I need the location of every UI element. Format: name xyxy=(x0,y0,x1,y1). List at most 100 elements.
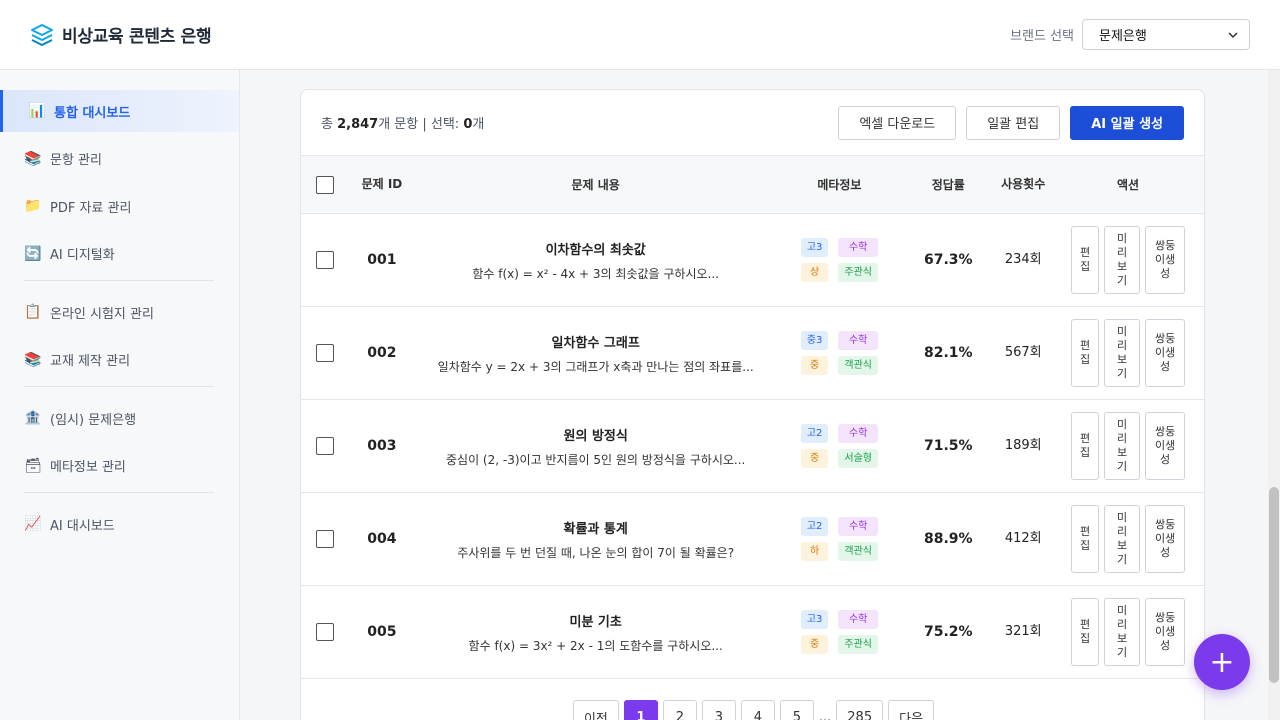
table-row[interactable]: 004 확률과 통계 주사위를 두 번 던질 때, 나온 눈의 합이 7이 될 … xyxy=(301,493,1204,586)
sidebar-item-temp-bank[interactable]: 🏦 (임시) 문제은행 xyxy=(0,397,239,439)
twin-generate-button[interactable]: 쌍둥이생성 xyxy=(1145,505,1186,573)
page-button-last[interactable]: 285 xyxy=(836,700,884,720)
page-button-1[interactable]: 1 xyxy=(623,700,658,720)
edit-button[interactable]: 편집 xyxy=(1071,505,1100,573)
table-row[interactable]: 003 원의 방정식 중심이 (2, -3)이고 반지름이 5인 원의 방정식을… xyxy=(301,400,1204,493)
app-title: 비상교육 콘텐츠 은행 xyxy=(62,27,212,47)
table-row[interactable]: 005 미분 기초 함수 f(x) = 3x² + 2x - 1의 도함수를 구… xyxy=(301,586,1204,679)
prev-page-button[interactable]: 이전 xyxy=(572,700,619,720)
usage-count: 321회 xyxy=(1004,624,1042,639)
select-all-checkbox[interactable] xyxy=(315,175,334,194)
page-button-4[interactable]: 4 xyxy=(740,700,775,720)
sidebar-divider xyxy=(24,492,214,493)
sidebar-item-metadata[interactable]: 🗃 메타정보 관리 xyxy=(0,445,239,487)
meta-tags: 고2 수학 하 객관식 xyxy=(776,517,902,561)
edit-button[interactable]: 편집 xyxy=(1071,598,1100,666)
row-select-cell xyxy=(301,623,349,641)
type-badge: 서술형 xyxy=(838,449,878,468)
meta-tags: 중3 수학 중 객관식 xyxy=(776,331,902,375)
header-use[interactable]: 사용횟수 xyxy=(994,177,1052,192)
row-checkbox[interactable] xyxy=(315,344,334,362)
total-count: 2,847 xyxy=(337,117,379,132)
edit-button[interactable]: 편집 xyxy=(1071,226,1100,294)
subject-badge: 수학 xyxy=(838,517,878,536)
header-meta[interactable]: 메타정보 xyxy=(776,176,902,193)
layers-icon xyxy=(31,23,53,46)
twin-generate-button[interactable]: 쌍둥이생성 xyxy=(1145,226,1186,294)
meta-tags: 고3 수학 상 주관식 xyxy=(776,238,902,282)
sidebar-item-ai-digitize[interactable]: 🔄 AI 디지털화 xyxy=(0,233,239,275)
meta-tags: 고2 수학 중 서술형 xyxy=(776,424,902,468)
question-id: 001 xyxy=(367,252,397,268)
header-content[interactable]: 문제 내용 xyxy=(415,176,777,193)
header-id[interactable]: 문제 ID xyxy=(349,177,415,192)
twin-generate-button[interactable]: 쌍둥이생성 xyxy=(1145,598,1186,666)
row-actions: 편집 미리보기 쌍둥이생성 xyxy=(1052,505,1204,573)
sidebar-item-ai-dashboard[interactable]: 📈 AI 대시보드 xyxy=(0,503,239,545)
row-checkbox[interactable] xyxy=(315,437,334,455)
logo[interactable]: 비상교육 콘텐츠 은행 xyxy=(30,22,212,47)
question-desc: 함수 f(x) = 3x² + 2x - 1의 도함수를 구하시오... xyxy=(468,638,723,653)
usage-count: 412회 xyxy=(1004,531,1042,546)
type-badge: 객관식 xyxy=(838,542,878,561)
header-rate[interactable]: 정답률 xyxy=(902,176,994,193)
row-checkbox[interactable] xyxy=(315,530,334,548)
preview-button[interactable]: 미리보기 xyxy=(1104,505,1141,573)
refresh-icon: 🔄 xyxy=(24,245,42,262)
edit-button[interactable]: 편집 xyxy=(1071,319,1100,387)
question-content[interactable]: 미분 기초 함수 f(x) = 3x² + 2x - 1의 도함수를 구하시오.… xyxy=(415,611,777,654)
add-question-fab[interactable]: + xyxy=(1194,634,1250,690)
sidebar-item-questions[interactable]: 📚 문항 관리 xyxy=(0,138,239,180)
page-button-3[interactable]: 3 xyxy=(701,700,736,720)
preview-button[interactable]: 미리보기 xyxy=(1104,319,1141,387)
sidebar-item-label: PDF 자료 관리 xyxy=(50,200,132,216)
question-desc: 일차함수 y = 2x + 3의 그래프가 x축과 만나는 점의 좌표를... xyxy=(437,359,754,374)
question-content[interactable]: 일차함수 그래프 일차함수 y = 2x + 3의 그래프가 x축과 만나는 점… xyxy=(415,332,777,375)
sidebar: 📊 통합 대시보드 📚 문항 관리 📁 PDF 자료 관리 🔄 AI 디지털화 … xyxy=(0,70,240,720)
ai-bulk-generate-button[interactable]: AI 일괄 생성 xyxy=(1070,105,1184,140)
row-actions: 편집 미리보기 쌍둥이생성 xyxy=(1052,598,1204,666)
row-checkbox[interactable] xyxy=(315,251,334,269)
grade-badge: 고2 xyxy=(800,517,829,536)
sidebar-item-label: 문항 관리 xyxy=(50,153,102,168)
type-badge: 주관식 xyxy=(838,263,878,282)
twin-generate-button[interactable]: 쌍둥이생성 xyxy=(1145,319,1186,387)
sidebar-item-dashboard[interactable]: 📊 통합 대시보드 xyxy=(0,90,239,132)
sidebar-item-online-exam[interactable]: 📋 온라인 시험지 관리 xyxy=(0,291,239,333)
bulk-edit-button[interactable]: 일괄 편집 xyxy=(966,105,1061,140)
twin-generate-button[interactable]: 쌍둥이생성 xyxy=(1145,412,1186,480)
edit-button[interactable]: 편집 xyxy=(1071,412,1100,480)
sidebar-item-pdf[interactable]: 📁 PDF 자료 관리 xyxy=(0,185,239,227)
question-content[interactable]: 이차함수의 최솟값 함수 f(x) = x² - 4x + 3의 최솟값을 구하… xyxy=(415,239,777,282)
chart-icon: 📊 xyxy=(28,103,46,119)
scrollbar-thumb[interactable] xyxy=(1269,487,1279,683)
subject-badge: 수학 xyxy=(838,610,878,629)
preview-button[interactable]: 미리보기 xyxy=(1104,412,1141,480)
sidebar-item-label: 메타정보 관리 xyxy=(50,460,126,475)
summary-prefix: 총 xyxy=(321,117,338,132)
table-row[interactable]: 001 이차함수의 최솟값 함수 f(x) = x² - 4x + 3의 최솟값… xyxy=(301,214,1204,307)
page-button-2[interactable]: 2 xyxy=(662,700,697,720)
sidebar-item-textbook[interactable]: 📚 교재 제작 관리 xyxy=(0,339,239,381)
sidebar-item-label: 통합 대시보드 xyxy=(54,105,131,121)
correct-rate: 71.5% xyxy=(924,438,973,454)
type-badge: 주관식 xyxy=(838,635,878,654)
page-button-5[interactable]: 5 xyxy=(779,700,814,720)
brand-label: 브랜드 선택 xyxy=(1010,29,1074,44)
question-content[interactable]: 확률과 통계 주사위를 두 번 던질 때, 나온 눈의 합이 7이 될 확률은? xyxy=(415,518,777,561)
preview-button[interactable]: 미리보기 xyxy=(1104,598,1141,666)
next-page-button[interactable]: 다음 xyxy=(888,700,935,720)
preview-button[interactable]: 미리보기 xyxy=(1104,226,1141,294)
books-icon: 📚 xyxy=(24,351,42,368)
row-actions: 편집 미리보기 쌍둥이생성 xyxy=(1052,226,1204,294)
meta-cell: 고2 수학 하 객관식 xyxy=(776,517,902,561)
table-row[interactable]: 002 일차함수 그래프 일차함수 y = 2x + 3의 그래프가 x축과 만… xyxy=(301,307,1204,400)
question-content[interactable]: 원의 방정식 중심이 (2, -3)이고 반지름이 5인 원의 방정식을 구하시… xyxy=(415,425,777,468)
brand-select[interactable]: 문제은행 xyxy=(1082,19,1250,50)
sidebar-item-label: AI 디지털화 xyxy=(50,248,115,263)
trend-chart-icon: 📈 xyxy=(24,516,42,532)
excel-download-button[interactable]: 엑셀 다운로드 xyxy=(838,105,957,140)
action-cell: 편집 미리보기 쌍둥이생성 xyxy=(1052,226,1204,294)
row-checkbox[interactable] xyxy=(315,623,334,641)
pagination: 이전 1 2 3 4 5 ... 285 다음 xyxy=(301,700,1204,720)
